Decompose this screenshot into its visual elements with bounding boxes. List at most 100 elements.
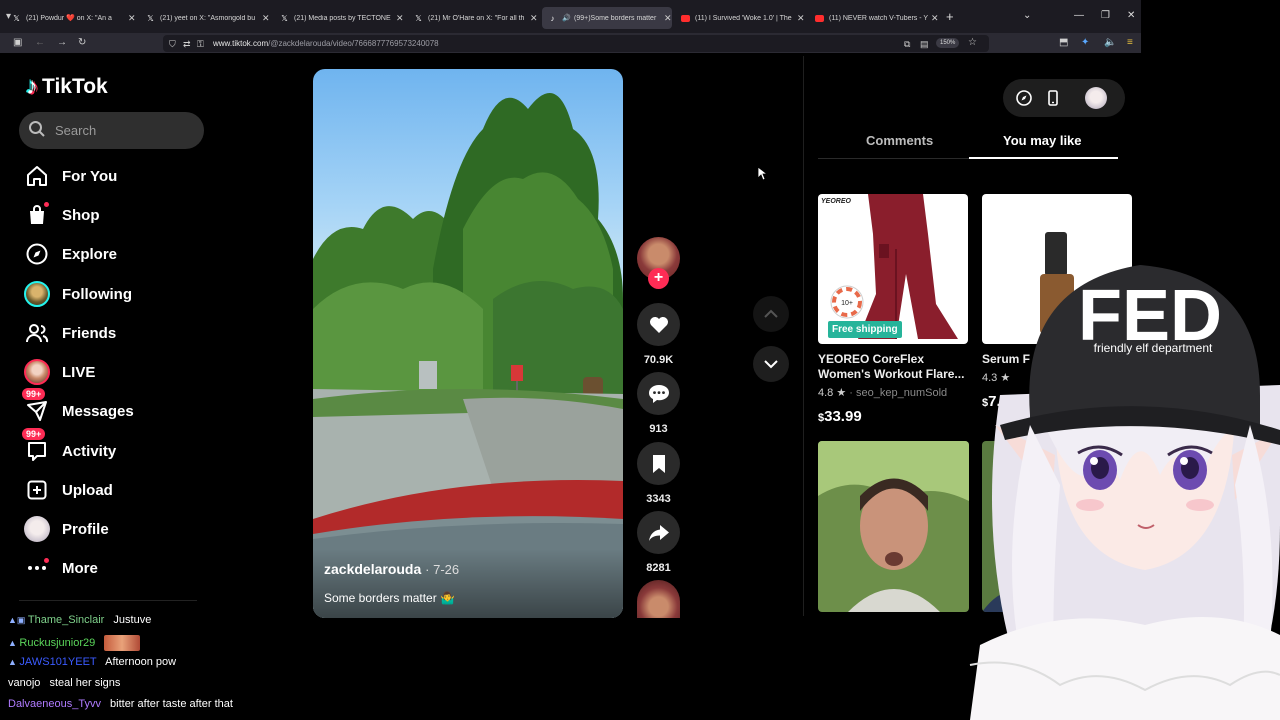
nav-label: Profile (62, 520, 109, 538)
x-logo-icon: 𝕏 (415, 13, 422, 23)
volume-icon[interactable]: 🔈 (1104, 37, 1116, 49)
bookmark-star-icon[interactable]: ☆ (968, 37, 977, 49)
extensions-icon[interactable]: ⬒ (1059, 37, 1068, 49)
nav-label: LIVE (62, 363, 96, 381)
forward-icon[interactable]: → (57, 37, 67, 49)
nav-messages[interactable]: 99+ Messages (22, 388, 134, 424)
close-tab-icon[interactable]: ✕ (396, 13, 404, 24)
nav-friends[interactable]: Friends (24, 320, 116, 346)
author-name[interactable]: zackdelarouda (324, 561, 421, 577)
nav-label: More (62, 559, 98, 577)
previous-video-button[interactable] (753, 296, 789, 332)
reader-view-icon[interactable]: ▤ (920, 38, 929, 50)
zoom-level[interactable]: 150% (936, 38, 960, 48)
sound-disc-avatar[interactable] (637, 580, 680, 618)
search-input[interactable]: Search (19, 112, 204, 149)
price-value: 33.99 (824, 408, 862, 425)
compass-icon[interactable] (1015, 89, 1033, 107)
chevron-down-icon[interactable]: ⌄ (1023, 10, 1031, 21)
nav-following[interactable]: Following (24, 281, 132, 307)
tiktok-logo[interactable]: ♪ TikTok (26, 73, 108, 101)
next-video-button[interactable] (753, 346, 789, 382)
address-bar[interactable]: ⛉ ⇄ ⚿ www.tiktok.com/@zackdelarouda/vide… (163, 35, 989, 52)
close-window-icon[interactable]: ✕ (1127, 10, 1135, 21)
youtube-logo-icon (815, 14, 824, 22)
video-thumbnail[interactable] (818, 441, 969, 612)
url-domain: www.tiktok.com (213, 39, 269, 48)
close-tab-icon[interactable]: ✕ (128, 13, 136, 24)
chat-text: Afternoon pow (105, 656, 177, 668)
home-icon (24, 163, 50, 189)
nav-live[interactable]: LIVE (24, 359, 95, 385)
comment-button[interactable]: 913 (637, 372, 680, 435)
nav-shop[interactable]: Shop (24, 202, 100, 228)
product-card[interactable]: YEOREO 10+ Free shipping YEOREO CoreFlex… (818, 194, 968, 425)
user-avatar[interactable] (1085, 87, 1107, 109)
nav-upload[interactable]: Upload (24, 477, 113, 503)
menu-icon[interactable]: ≡ (1127, 37, 1133, 49)
translate-icon[interactable]: ✦ (1081, 37, 1089, 49)
close-tab-icon[interactable]: ✕ (664, 13, 672, 24)
follow-plus-button[interactable]: + (648, 268, 669, 289)
friends-icon (24, 320, 50, 346)
tab-title: (21) yeet on X: "Asmongold bu (160, 14, 256, 22)
screen: ▾ 𝕏 (21) Powdur ❤️ on X: "An a ✕ 𝕏 (21) … (0, 0, 1280, 720)
chevron-down-icon (764, 360, 778, 369)
chat-text: steal her signs (49, 677, 121, 689)
nav-label: Shop (62, 206, 100, 224)
free-shipping-badge: Free shipping (828, 321, 902, 338)
close-tab-icon[interactable]: ✕ (931, 13, 939, 24)
close-tab-icon[interactable]: ✕ (530, 13, 538, 24)
share-icon (637, 511, 680, 554)
url-text: www.tiktok.com/@zackdelarouda/video/7666… (213, 39, 439, 48)
video-caption: Some borders matter 🤷‍♂️ (324, 591, 455, 605)
browser-tab[interactable]: 𝕏 (21) Mr O'Hare on X: "For all th ✕ (408, 8, 540, 28)
speaker-icon[interactable]: 🔊 (562, 14, 571, 23)
live-avatar (24, 359, 50, 385)
maximize-icon[interactable]: ❐ (1101, 10, 1110, 21)
reload-icon[interactable]: ↻ (78, 37, 86, 49)
nav-profile[interactable]: Profile (24, 516, 109, 542)
search-icon (29, 121, 45, 137)
nav-explore[interactable]: Explore (24, 241, 117, 267)
new-tab-icon[interactable]: + (946, 9, 954, 24)
video-author[interactable]: zackdelarouda · 7-26 (324, 561, 459, 577)
browser-tab[interactable]: 𝕏 (21) Powdur ❤️ on X: "An a ✕ (6, 8, 138, 28)
bookmark-icon (637, 442, 680, 485)
nav-activity[interactable]: 99+ Activity (22, 428, 116, 464)
browser-tab[interactable]: 𝕏 (21) yeet on X: "Asmongold bu ✕ (140, 8, 272, 28)
tab-you-may-like[interactable]: You may like (1003, 133, 1082, 148)
sidebar-divider (19, 600, 197, 601)
save-button[interactable]: 3343 (637, 442, 680, 505)
close-tab-icon[interactable]: ✕ (797, 13, 805, 24)
back-icon[interactable]: ← (35, 37, 45, 49)
product-title: YEOREO CoreFlex Women's Workout Flare... (818, 352, 965, 381)
product-price: $33.99 (818, 408, 968, 425)
picture-in-picture-icon[interactable]: ⧉ (904, 38, 910, 50)
heart-icon (637, 303, 680, 346)
close-tab-icon[interactable]: ✕ (262, 13, 270, 24)
activity-badge: 99+ (22, 428, 46, 440)
browser-tab-active[interactable]: ♪ 🔊 (99+)Some borders matter ✕ (542, 7, 672, 29)
shield-icon[interactable]: ⛉ (169, 38, 176, 50)
badge-icon: ▲ (8, 657, 20, 667)
tab-comments[interactable]: Comments (866, 133, 933, 148)
x-logo-icon: 𝕏 (281, 13, 288, 23)
nav-label: Following (62, 285, 132, 303)
sidebar-toggle-icon[interactable]: ▣ (13, 37, 22, 49)
messages-icon: 99+ (22, 388, 50, 424)
minimize-icon[interactable]: — (1074, 10, 1084, 21)
tab-title: (11) I Survived 'Woke 1.0' | The (695, 14, 792, 22)
lock-icon[interactable]: ⚿ (197, 38, 204, 50)
share-button[interactable]: 8281 (637, 511, 680, 574)
nav-for-you[interactable]: For You (24, 163, 117, 189)
browser-tab[interactable]: (11) NEVER watch V-Tubers - Y ✕ (809, 8, 941, 28)
nav-label: Explore (62, 245, 118, 263)
browser-tab[interactable]: (11) I Survived 'Woke 1.0' | The ✕ (675, 8, 807, 28)
permissions-icon[interactable]: ⇄ (183, 38, 191, 50)
video-player[interactable]: zackdelarouda · 7-26 Some borders matter… (313, 69, 623, 618)
phone-icon[interactable] (1044, 89, 1062, 107)
like-button[interactable]: 70.9K (637, 303, 680, 366)
browser-tab[interactable]: 𝕏 (21) Media posts by TECTONE ✕ (274, 8, 406, 28)
nav-more[interactable]: More (24, 555, 98, 581)
